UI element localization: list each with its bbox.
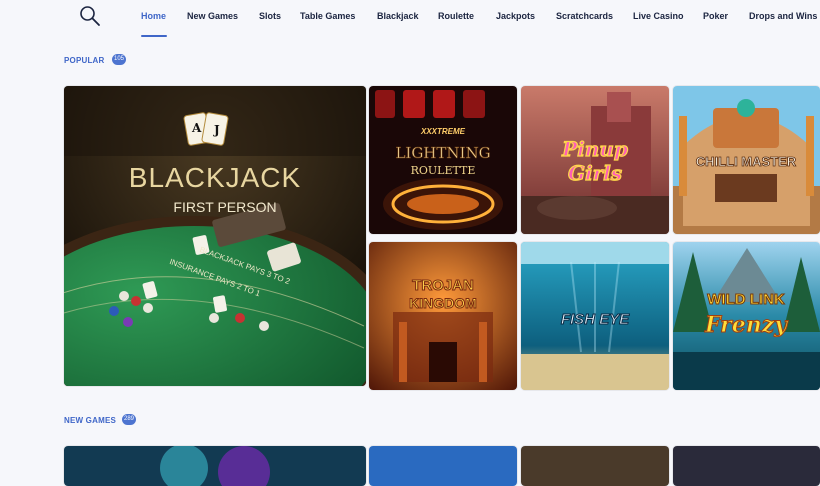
nav-item-blackjack[interactable]: Blackjack	[377, 11, 419, 21]
nav-item-slots[interactable]: Slots	[259, 11, 281, 21]
nav-item-scratchcards[interactable]: Scratchcards	[556, 11, 613, 21]
blackjack-title: BLACKJACK	[129, 162, 301, 193]
new-games-count-badge: 289	[122, 414, 137, 425]
nav-item-new-games[interactable]: New Games	[187, 11, 238, 21]
new-game-tile-3[interactable]	[521, 446, 669, 486]
trojan-title-2: KINGDOM	[409, 295, 477, 311]
lightning-roulette-artwork: XXXTREME LIGHTNING ROULETTE	[369, 86, 517, 234]
new-game-tile-1[interactable]	[64, 446, 366, 486]
chilli-title: CHILLI MASTER	[696, 154, 797, 169]
search-icon	[80, 6, 100, 26]
nav-item-live-casino[interactable]: Live Casino	[633, 11, 684, 21]
wildlink-title-1: WILD LINK	[707, 291, 785, 308]
lightning-title-3: ROULETTE	[411, 164, 476, 177]
svg-text:J: J	[213, 123, 220, 137]
trojan-title-1: TROJAN	[412, 277, 474, 294]
nav-item-poker[interactable]: Poker	[703, 11, 728, 21]
new-game-tile-4[interactable]	[673, 446, 820, 486]
new-game-4-artwork	[673, 446, 820, 486]
blackjack-subtitle: FIRST PERSON	[173, 199, 276, 215]
popular-count-badge: 105	[112, 54, 127, 65]
lightning-title-2: LIGHTNING	[395, 144, 490, 162]
fisheye-title: FISH EYE	[561, 311, 630, 328]
fish-eye-artwork: FISH EYE	[521, 242, 669, 390]
game-tile-fish-eye[interactable]: FISH EYE	[521, 242, 669, 390]
new-game-tile-2[interactable]	[369, 446, 517, 486]
nav-item-drops-and-wins[interactable]: Drops and Wins	[749, 11, 817, 21]
nav-item-table-games[interactable]: Table Games	[300, 11, 355, 21]
game-tile-wild-link-frenzy[interactable]: WILD LINK Frenzy	[673, 242, 820, 390]
trojan-kingdom-artwork: TROJAN KINGDOM	[369, 242, 517, 390]
wildlink-title-2: Frenzy	[704, 312, 789, 338]
game-tile-trojan-kingdom[interactable]: TROJAN KINGDOM	[369, 242, 517, 390]
pinup-title-1: Pinup	[561, 137, 628, 161]
pinup-girls-artwork: Pinup Girls	[521, 86, 669, 234]
search-button[interactable]	[78, 4, 102, 28]
lightning-title-1: XXXTREME	[420, 127, 466, 136]
section-title-popular: POPULAR	[64, 56, 105, 65]
blackjack-artwork: A J BLACKJACK FIRST PERSON BLACKJACK PAY…	[64, 86, 366, 386]
nav-item-home[interactable]: Home	[141, 11, 166, 21]
top-navigation: Home New Games Slots Table Games Blackja…	[0, 0, 820, 38]
game-tile-chilli-master[interactable]: CHILLI MASTER	[673, 86, 820, 234]
wild-link-frenzy-artwork: WILD LINK Frenzy	[673, 242, 820, 390]
section-title-new-games: NEW GAMES	[64, 416, 117, 425]
new-game-2-artwork	[369, 446, 517, 486]
game-tile-xxxtreme-lightning-roulette[interactable]: XXXTREME LIGHTNING ROULETTE	[369, 86, 517, 234]
pinup-title-2: Girls	[568, 161, 622, 185]
nav-item-jackpots[interactable]: Jackpots	[496, 11, 535, 21]
nav-item-roulette[interactable]: Roulette	[438, 11, 474, 21]
game-tile-pinup-girls[interactable]: Pinup Girls	[521, 86, 669, 234]
active-tab-indicator	[141, 35, 167, 37]
chilli-master-artwork: CHILLI MASTER	[673, 86, 820, 234]
new-game-3-artwork	[521, 446, 669, 486]
svg-text:A: A	[191, 121, 202, 135]
game-tile-blackjack-first-person[interactable]: A J BLACKJACK FIRST PERSON BLACKJACK PAY…	[64, 86, 366, 386]
new-game-1-artwork	[64, 446, 366, 486]
